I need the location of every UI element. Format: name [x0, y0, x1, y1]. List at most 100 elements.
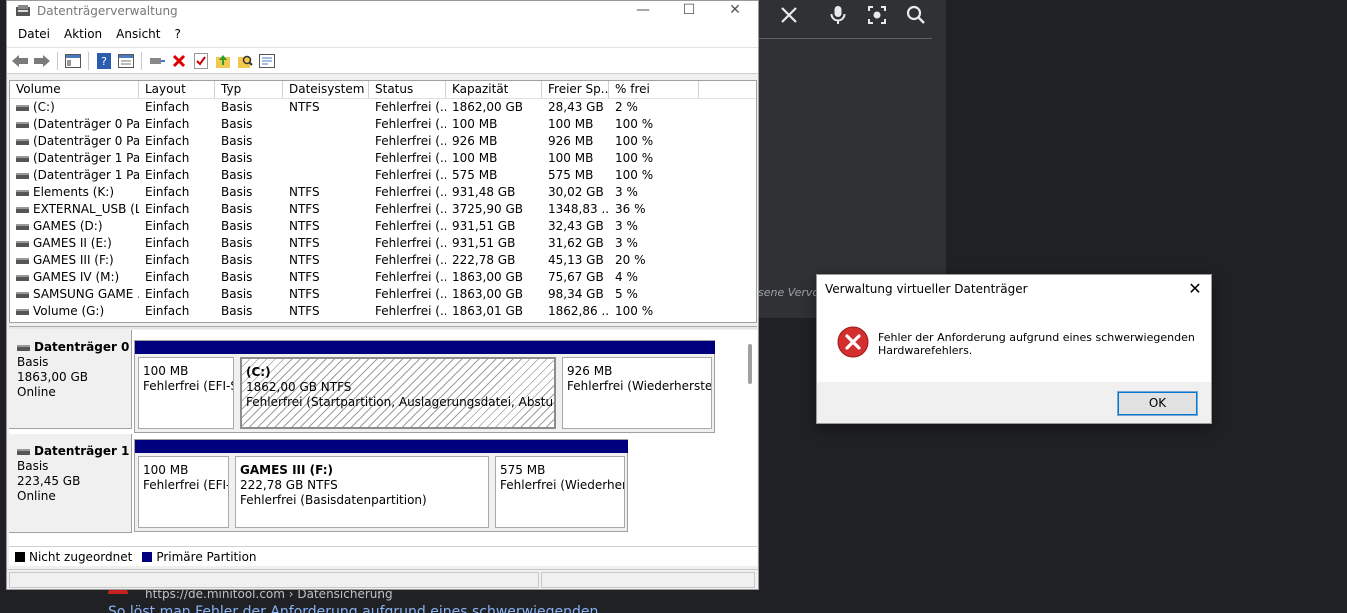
table-row[interactable]: GAMES IV (M:) Einfach Basis NTFS Fehlerfrei … [10, 269, 756, 286]
partition-disk0-c[interactable]: (C:) 1862,00 GB NTFS Fehlerfrei (Startpa… [237, 341, 559, 432]
table-cell: 32,43 GB [548, 219, 604, 233]
check-properties-icon[interactable] [192, 52, 210, 70]
ok-button[interactable]: OK [1117, 391, 1198, 416]
table-row[interactable]: Volume (G:) Einfach Basis NTFS Fehlerfrei (.… [10, 303, 756, 320]
table-row[interactable]: (Datenträger 1 Par... Einfach Basis Fehlerf… [10, 167, 756, 184]
volume-cell: GAMES IV (M:) [10, 269, 139, 286]
minimize-button[interactable]: — [620, 1, 666, 21]
table-cell: Einfach [145, 168, 190, 182]
table-cell: 926 MB [452, 134, 498, 148]
volume-drive-icon [16, 240, 29, 247]
table-row[interactable]: GAMES (D:) Einfach Basis NTFS Fehlerfrei (..… [10, 218, 756, 235]
volume-name: GAMES II (E:) [33, 236, 112, 250]
menu-help[interactable]: ? [167, 27, 187, 41]
table-row[interactable]: (C:) Einfach Basis NTFS Fehlerfrei (... 1862,… [10, 99, 756, 116]
table-cell: Einfach [145, 185, 190, 199]
partition-disk1-efi[interactable]: 100 MB Fehlerfrei (EFI-S [135, 440, 232, 531]
disk-management-icon [16, 5, 30, 17]
dialog-body: Fehler der Anforderung aufgrund eines sc… [817, 304, 1211, 382]
column-header-volume[interactable]: Volume [10, 81, 139, 98]
table-cell: Fehlerfrei (... [375, 270, 446, 284]
partition-body: 575 MB Fehlerfrei (Wiederherst [495, 456, 625, 528]
table-row[interactable]: GAMES III (F:) Einfach Basis NTFS Fehlerfrei… [10, 252, 756, 269]
partition-bar [492, 440, 628, 453]
legend: Nicht zugeordnet Primäre Partition [9, 546, 757, 566]
volume-drive-icon [16, 155, 29, 162]
column-header-capacity[interactable]: Kapazität [446, 81, 542, 98]
camera-search-icon[interactable] [864, 2, 890, 28]
table-cell: 100 MB [548, 117, 594, 131]
table-cell: Basis [221, 168, 253, 182]
table-cell: 5 % [615, 287, 638, 301]
table-row[interactable]: Elements (K:) Einfach Basis NTFS Fehlerfrei … [10, 184, 756, 201]
column-header-percent-free[interactable]: % frei [609, 81, 699, 98]
partition-status: Fehlerfrei (Wiederherst [500, 478, 625, 492]
disk-0-info[interactable]: Datenträger 0 Basis 1863,00 GB Online [9, 330, 132, 429]
column-header-layout[interactable]: Layout [139, 81, 215, 98]
table-row[interactable]: (Datenträger 0 Par... Einfach Basis Fehlerf… [10, 116, 756, 133]
table-cell: Basis [221, 134, 253, 148]
connect-disk-icon[interactable] [148, 52, 166, 70]
pane-splitter[interactable] [9, 326, 757, 329]
legend-primary-swatch [142, 551, 153, 562]
menu-aktion[interactable]: Aktion [57, 27, 109, 41]
table-cell: NTFS [289, 236, 320, 250]
properties-view-icon[interactable] [117, 52, 135, 70]
search-icon[interactable] [903, 2, 929, 28]
table-row[interactable]: (Datenträger 1 Par... Einfach Basis Fehlerf… [10, 150, 756, 167]
table-row[interactable]: SAMSUNG GAME ... Einfach Basis NTFS Fehlerfr… [10, 286, 756, 303]
clear-search-icon[interactable] [776, 2, 802, 28]
table-cell: Einfach [145, 270, 190, 284]
help-icon[interactable]: ? [95, 52, 113, 70]
volume-cell: GAMES (D:) [10, 218, 139, 235]
column-header-status[interactable]: Status [369, 81, 446, 98]
volume-cell: Volume (G:) [10, 303, 139, 320]
disk-1-info[interactable]: Datenträger 1 Basis 223,45 GB Online [9, 434, 132, 533]
partition-disk1-recovery[interactable]: 575 MB Fehlerfrei (Wiederherst [492, 440, 628, 531]
graph-scrollbar[interactable] [748, 344, 752, 384]
search-divider [758, 38, 932, 39]
settings-view-icon[interactable] [258, 52, 276, 70]
volume-name: (Datenträger 0 Par... [33, 134, 139, 148]
menu-ansicht[interactable]: Ansicht [109, 27, 167, 41]
table-cell: Fehlerfrei (... [375, 134, 446, 148]
maximize-button[interactable]: ☐ [666, 1, 712, 21]
partition-disk0-efi[interactable]: 100 MB Fehlerfrei (EFI-Sy [135, 341, 237, 432]
forward-arrow-icon[interactable] [33, 52, 51, 70]
title-bar[interactable]: Datenträgerverwaltung — ☐ ✕ [7, 1, 758, 21]
column-header-free-space[interactable]: Freier Sp... [542, 81, 609, 98]
volume-drive-icon [16, 291, 29, 298]
table-row[interactable]: (Datenträger 0 Par... Einfach Basis Fehlerf… [10, 133, 756, 150]
microphone-icon[interactable] [825, 2, 851, 28]
table-cell: Fehlerfrei (... [375, 236, 446, 250]
menu-datei[interactable]: Datei [11, 27, 57, 41]
volume-cell: SAMSUNG GAME ... [10, 286, 139, 303]
table-cell: 3725,90 GB [452, 202, 523, 216]
dialog-close-button[interactable]: ✕ [1185, 275, 1205, 302]
table-cell: 1863,01 GB [452, 304, 523, 318]
table-cell: Einfach [145, 219, 190, 233]
table-cell: 100 % [615, 117, 654, 131]
table-cell: Basis [221, 270, 253, 284]
partition-size: 100 MB [143, 463, 189, 477]
partition-disk0-recovery[interactable]: 926 MB Fehlerfrei (Wiederherstellu [559, 341, 715, 432]
table-cell: Fehlerfrei (... [375, 151, 446, 165]
column-header-filesystem[interactable]: Dateisystem [283, 81, 369, 98]
delete-icon[interactable] [170, 52, 188, 70]
partition-disk1-games-iii[interactable]: GAMES III (F:) 222,78 GB NTFS Fehlerfrei… [232, 440, 492, 531]
volume-cell: Elements (K:) [10, 184, 139, 201]
volume-drive-icon [16, 274, 29, 281]
result-title[interactable]: So löst man Fehler der Anforderung aufgr… [108, 604, 628, 613]
column-header-type[interactable]: Typ [215, 81, 283, 98]
show-hide-console-icon[interactable] [64, 52, 82, 70]
close-button[interactable]: ✕ [712, 1, 758, 21]
table-cell: 1862,86 ... [548, 304, 609, 318]
table-cell: 36 % [615, 202, 646, 216]
open-folder-icon[interactable] [214, 52, 232, 70]
table-row[interactable]: EXTERNAL_USB (L:) Einfach Basis NTFS Fehlerf… [10, 201, 756, 218]
back-arrow-icon[interactable] [11, 52, 29, 70]
explore-icon[interactable] [236, 52, 254, 70]
dialog-title-bar[interactable]: Verwaltung virtueller Datenträger ✕ [817, 275, 1211, 304]
table-cell: Basis [221, 253, 253, 267]
table-row[interactable]: GAMES II (E:) Einfach Basis NTFS Fehlerfrei … [10, 235, 756, 252]
